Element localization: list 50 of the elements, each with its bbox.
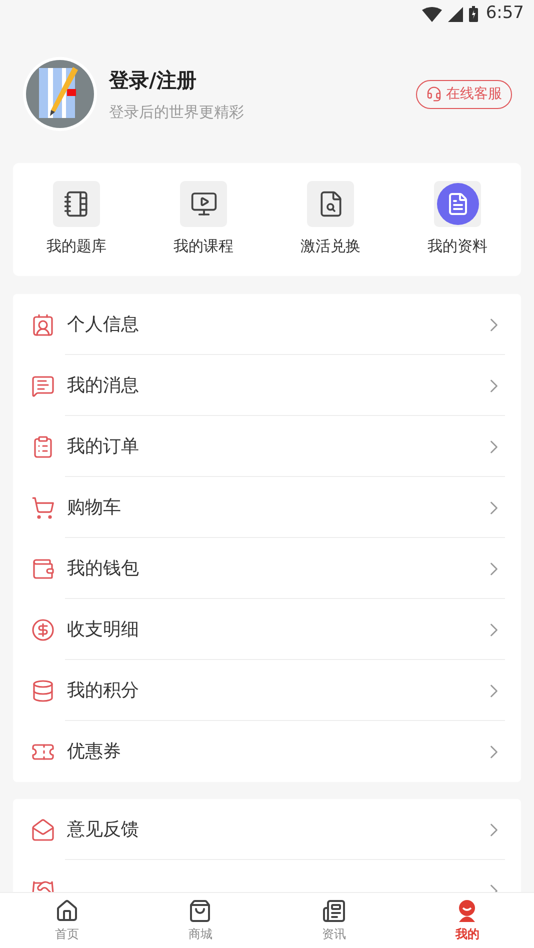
menu-label: 购物车 [67, 496, 122, 520]
menu-item[interactable]: 意见反馈 [13, 799, 521, 860]
coin-icon [31, 618, 55, 642]
menu-item[interactable]: 我的订单 [13, 416, 521, 477]
menu-item[interactable]: 我的积分 [13, 660, 521, 721]
database-icon [31, 678, 55, 702]
menu-item[interactable]: 购物车 [13, 477, 521, 538]
menu-item[interactable]: 我的消息 [13, 355, 521, 416]
menu-label: 我的订单 [67, 435, 140, 459]
video-icon [190, 190, 218, 218]
shortcut-item[interactable]: 我的课程 [140, 181, 267, 258]
shortcut-item[interactable]: 我的资料 [394, 181, 521, 258]
tab-item[interactable]: 资讯 [267, 893, 400, 948]
menu-item[interactable]: 我的钱包 [13, 538, 521, 599]
menu-item[interactable]: 优惠券 [13, 721, 521, 782]
shortcut-label: 我的题库 [46, 236, 106, 258]
wallet-icon [31, 556, 55, 580]
bag-icon [188, 898, 212, 922]
envelope-icon [31, 818, 55, 842]
menu-item[interactable]: 收支明细 [13, 599, 521, 660]
cart-icon [31, 496, 55, 520]
wifi-icon [422, 6, 442, 22]
shortcut-label: 我的课程 [174, 236, 234, 258]
id-card-icon [31, 312, 55, 336]
tab-item[interactable]: 首页 [0, 893, 134, 948]
chat-icon [31, 374, 55, 398]
home-icon [54, 898, 79, 922]
menu-label: 优惠券 [67, 740, 122, 764]
menu-item[interactable]: 个人信息 [13, 294, 521, 355]
menu-label: 我的消息 [67, 374, 140, 398]
battery-icon [468, 6, 478, 22]
menu-label: 收支明细 [67, 618, 140, 642]
shortcut-item[interactable]: 我的题库 [13, 181, 140, 258]
shortcut-item[interactable]: 激活兑换 [267, 181, 394, 258]
tab-item[interactable]: 我的 [400, 893, 534, 948]
shortcut-label: 我的资料 [428, 236, 488, 258]
login-title[interactable]: 登录/注册 [109, 64, 416, 95]
signal-icon [448, 6, 463, 22]
notebook-icon [62, 190, 90, 218]
shortcut-label: 激活兑换 [300, 236, 360, 258]
menu-label: 意见反馈 [67, 818, 140, 842]
login-subtitle: 登录后的世界更精彩 [109, 102, 245, 123]
menu-label: 我的积分 [67, 679, 140, 703]
status-time: 6:57 [486, 2, 524, 26]
menu-label: 我的钱包 [67, 557, 140, 581]
headset-icon [426, 86, 442, 102]
menu-label: 个人信息 [67, 313, 140, 337]
tab-item[interactable]: 商城 [134, 893, 267, 948]
news-icon [322, 898, 346, 922]
clipboard-icon [31, 434, 55, 458]
